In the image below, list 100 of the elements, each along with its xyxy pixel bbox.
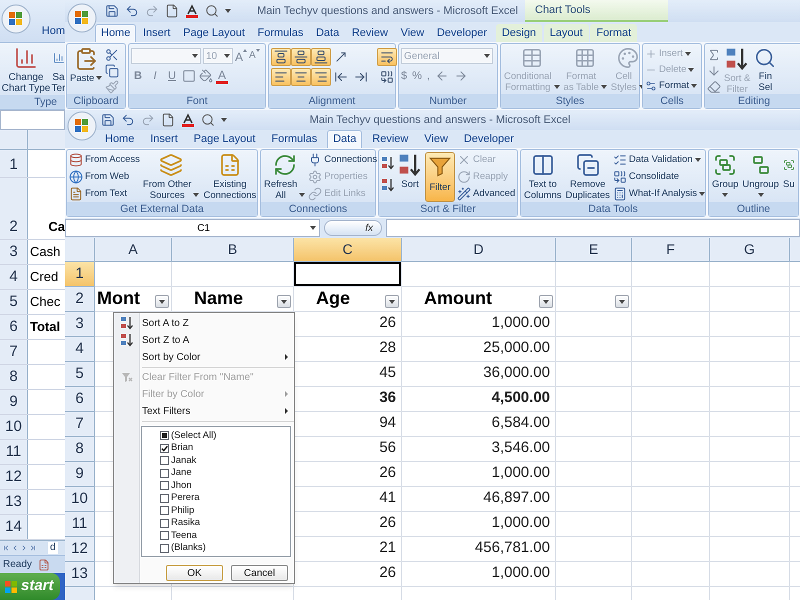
- column-header[interactable]: F: [632, 238, 710, 261]
- page-icon[interactable]: [165, 4, 179, 18]
- checkbox[interactable]: [160, 481, 169, 490]
- ribbon-button[interactable]: Advanced: [457, 185, 516, 202]
- office-button[interactable]: [67, 3, 97, 33]
- list-item[interactable]: Janak: [160, 454, 290, 468]
- name-box-field[interactable]: [0, 110, 65, 130]
- ribbon-tab[interactable]: Formulas: [265, 130, 324, 148]
- magnifier-icon[interactable]: [205, 4, 219, 18]
- checkbox[interactable]: [160, 506, 169, 516]
- ribbon-button[interactable]: Text to Columns: [523, 152, 562, 202]
- menu-item[interactable]: Sort Z to A: [114, 332, 294, 349]
- dialog-button[interactable]: Cancel: [231, 564, 288, 581]
- list-item[interactable]: Jhon: [160, 480, 290, 492]
- ribbon-button[interactable]: Group: [711, 152, 740, 202]
- ribbon-button[interactable]: Existing Connections: [202, 152, 258, 202]
- ribbon-tab[interactable]: Review: [346, 24, 394, 42]
- list-item[interactable]: Teena: [160, 530, 290, 542]
- name-box-field[interactable]: C1: [65, 219, 320, 237]
- row-header[interactable]: 11: [65, 512, 95, 537]
- ribbon-button[interactable]: From Text: [69, 185, 140, 202]
- save-icon[interactable]: [101, 113, 115, 127]
- ribbon-button[interactable]: From Web: [69, 168, 140, 186]
- ribbon-tab[interactable]: Developer: [430, 24, 493, 42]
- alignment-button[interactable]: [311, 68, 331, 86]
- ribbon-button[interactable]: Sa Ter: [52, 45, 65, 95]
- filter-dropdown-button[interactable]: [539, 295, 553, 308]
- font-name-field[interactable]: [131, 48, 201, 64]
- row-header[interactable]: 4: [65, 337, 95, 362]
- ribbon-button[interactable]: Data Validation: [612, 152, 705, 169]
- checkbox[interactable]: [160, 531, 169, 540]
- row-header[interactable]: 12: [0, 465, 28, 489]
- ribbon-tab[interactable]: Data: [310, 24, 346, 42]
- list-item[interactable]: Philip: [160, 504, 290, 518]
- menu-item[interactable]: Sort A to Z: [114, 315, 294, 332]
- alignment-button[interactable]: [311, 48, 331, 66]
- row-header[interactable]: 10: [65, 487, 95, 512]
- checkbox[interactable]: [160, 431, 169, 440]
- alignment-button[interactable]: [271, 68, 291, 86]
- row-header[interactable]: 10: [0, 415, 28, 439]
- scissors-icon[interactable]: [105, 48, 120, 62]
- row-header[interactable]: 12: [65, 537, 95, 562]
- row-header[interactable]: 1: [0, 150, 28, 177]
- first-sheet-icon[interactable]: [2, 544, 10, 552]
- alignment-button[interactable]: [271, 48, 291, 66]
- ribbon-tab[interactable]: Design: [496, 24, 542, 42]
- ribbon-tab[interactable]: Data: [327, 130, 362, 148]
- ribbon-tab[interactable]: Page Layout: [177, 24, 251, 42]
- dialog-button[interactable]: OK: [166, 564, 223, 581]
- row-header[interactable]: 9: [65, 462, 95, 487]
- list-item[interactable]: Rasika: [160, 517, 290, 530]
- column-header[interactable]: C: [294, 238, 402, 261]
- ribbon-button[interactable]: Ungroup: [741, 152, 780, 202]
- alignment-button[interactable]: [377, 48, 397, 66]
- filter-dropdown-button[interactable]: [385, 295, 399, 308]
- row-header[interactable]: 7: [65, 412, 95, 437]
- row-header[interactable]: 3: [65, 312, 95, 337]
- row-header[interactable]: 5: [65, 362, 95, 387]
- ribbon-button[interactable]: Remove Duplicates: [564, 152, 611, 202]
- ribbon-button[interactable]: Su: [782, 152, 796, 202]
- checkbox[interactable]: [160, 468, 169, 478]
- ribbon-tab[interactable]: Layout: [544, 24, 589, 42]
- undo-icon[interactable]: [121, 113, 135, 127]
- row-header[interactable]: 13: [65, 562, 95, 587]
- ribbon-button[interactable]: What-If Analysis: [612, 185, 705, 202]
- ribbon-button[interactable]: From Access: [69, 152, 140, 169]
- column-header[interactable]: A: [95, 238, 172, 261]
- formula-field[interactable]: [386, 219, 800, 237]
- ribbon-tab[interactable]: Hom: [38, 22, 65, 42]
- row-header[interactable]: 11: [0, 440, 28, 464]
- row-header[interactable]: 2: [65, 287, 95, 312]
- row-header[interactable]: 9: [0, 390, 28, 414]
- save-icon[interactable]: [105, 4, 119, 18]
- checkbox[interactable]: [160, 456, 169, 466]
- ribbon-tab[interactable]: Formulas: [252, 24, 310, 42]
- ribbon-button[interactable]: Filter: [425, 152, 455, 202]
- paint-bucket-icon[interactable]: [199, 69, 213, 83]
- ribbon-tab[interactable]: Format: [590, 24, 638, 42]
- eraser-icon[interactable]: [707, 80, 721, 94]
- column-header[interactable]: B: [172, 238, 294, 261]
- ribbon-button[interactable]: Sort: [397, 152, 423, 202]
- ribbon-button[interactable]: Refresh All: [263, 152, 306, 202]
- row-header[interactable]: 8: [0, 365, 28, 389]
- selected-cell[interactable]: [294, 262, 402, 287]
- ribbon-button[interactable]: From Other Sources: [142, 152, 200, 202]
- ribbon-button[interactable]: Fin Sel: [753, 46, 778, 94]
- filter-dropdown-button[interactable]: [615, 295, 629, 308]
- list-item[interactable]: (Select All): [160, 430, 290, 442]
- ribbon-tab[interactable]: Home: [99, 130, 140, 148]
- row-header[interactable]: 5: [0, 290, 28, 314]
- column-header[interactable]: D: [402, 238, 556, 261]
- checkbox[interactable]: [160, 518, 169, 528]
- ribbon-tab[interactable]: View: [394, 24, 430, 42]
- sigma-icon[interactable]: [707, 48, 721, 62]
- row-header[interactable]: 6: [65, 387, 95, 412]
- border-icon[interactable]: [182, 69, 196, 83]
- copy-icon[interactable]: [105, 64, 120, 78]
- sheet-tab[interactable]: d: [48, 542, 58, 554]
- ribbon-tab[interactable]: Developer: [458, 130, 520, 148]
- filter-dropdown-button[interactable]: [277, 295, 291, 308]
